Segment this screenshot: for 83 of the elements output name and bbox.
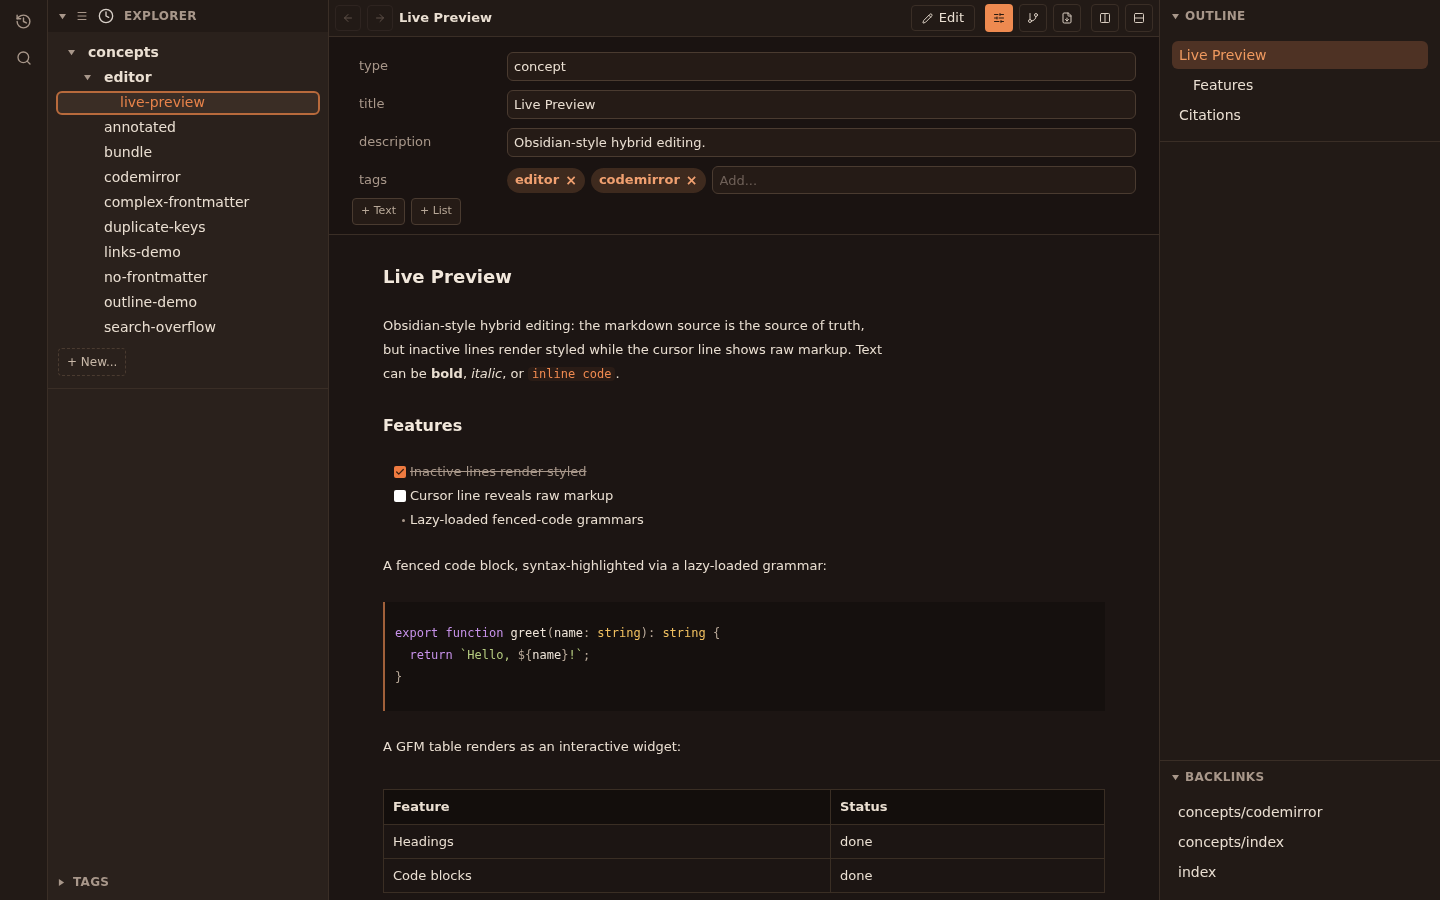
column-header: Status <box>830 789 1105 825</box>
toolbar-button[interactable] <box>1091 4 1119 32</box>
remove-tag-button[interactable]: × <box>565 169 577 191</box>
property-key: type <box>352 56 507 76</box>
property-field[interactable]: Live Preview <box>507 89 1136 119</box>
backlink[interactable]: index <box>1178 857 1422 887</box>
collapse-caret-icon[interactable] <box>59 12 66 20</box>
outline-item[interactable]: Citations <box>1172 101 1428 129</box>
rows-icon <box>1133 12 1145 24</box>
property-key: title <box>352 94 507 114</box>
add-property-button[interactable]: + Text <box>352 198 405 225</box>
paragraph: Obsidian-style hybrid editing: the markdown source is the source of truth, but inactive lines render styled while the cursor line shows raw markup. Text can be bold, italic, or inline code . <box>383 317 883 383</box>
clock-icon[interactable] <box>98 8 114 24</box>
columns-icon <box>1099 12 1111 24</box>
collapse-caret-icon[interactable] <box>1172 12 1179 20</box>
file-item[interactable]: no-frontmatter <box>56 265 320 290</box>
folder-item[interactable]: concepts <box>88 42 159 63</box>
menu-icon[interactable] <box>76 10 88 22</box>
code-line: } <box>395 668 403 686</box>
property-key: tags <box>352 170 507 190</box>
forward-arrow-icon <box>374 12 386 24</box>
tag-label: codemirror <box>598 171 680 190</box>
backlink[interactable]: concepts/index <box>1178 827 1422 857</box>
property-key: description <box>352 132 507 152</box>
code-line: return `Hello, ${name}!`; <box>408 646 591 664</box>
paragraph: A GFM table renders as an interactive widget: <box>383 737 683 756</box>
property-field[interactable]: concept <box>507 51 1136 81</box>
panel-title: OUTLINE <box>1185 8 1246 25</box>
add-tag-field[interactable]: Add... <box>711 166 1136 194</box>
file-item[interactable]: bundle <box>56 140 320 165</box>
back-arrow-icon <box>342 12 354 24</box>
folder-item[interactable]: editor <box>104 67 152 88</box>
document-heading: Live Preview <box>383 265 513 289</box>
tag-label: editor <box>515 171 560 190</box>
table-cell: done <box>830 858 1105 893</box>
table-cell: done <box>830 824 1105 859</box>
remove-tag-button[interactable]: × <box>685 169 698 191</box>
bullet-icon <box>402 518 405 522</box>
add-property-button[interactable]: + List <box>410 198 461 225</box>
toolbar-button[interactable] <box>1019 4 1047 32</box>
tag-chip[interactable]: codemirror × <box>590 167 706 193</box>
expand-caret-icon[interactable] <box>58 878 65 886</box>
file-item[interactable]: outline-demo <box>56 290 320 315</box>
new-button[interactable]: + New... <box>58 348 127 376</box>
task-text: Cursor line reveals raw markup <box>410 487 614 506</box>
list-item-text: Lazy-loaded fenced-code grammars <box>410 511 644 530</box>
file-item[interactable]: links-demo <box>56 240 320 265</box>
task-text: Inactive lines render styled <box>410 463 587 482</box>
backlink[interactable]: concepts/codemirror <box>1178 797 1422 827</box>
file-item[interactable]: search-overflow <box>56 315 320 340</box>
task-checkbox[interactable] <box>394 466 406 478</box>
sliders-icon <box>993 12 1005 24</box>
pencil-icon <box>921 12 933 24</box>
section-heading: Features <box>383 415 464 437</box>
file-item[interactable]: live-preview <box>56 90 320 115</box>
column-header: Feature <box>383 789 831 825</box>
tag-chip[interactable]: editor × <box>507 167 585 193</box>
toolbar-button[interactable] <box>985 4 1013 32</box>
search-icon[interactable] <box>15 50 32 66</box>
paragraph: A fenced code block, syntax-highlighted via a lazy-loaded grammar: <box>383 557 828 575</box>
code-line: export function greet(name: string): string { <box>395 624 721 642</box>
table-cell: Headings <box>383 824 831 859</box>
edit-button[interactable]: Edit <box>910 5 975 31</box>
file-item[interactable]: codemirror <box>56 165 320 190</box>
panel-title: BACKLINKS <box>1185 769 1265 786</box>
panel-title: EXPLORER <box>124 8 197 25</box>
collapse-caret-icon[interactable] <box>83 74 91 81</box>
history-icon[interactable] <box>15 13 32 30</box>
file-item[interactable]: complex-frontmatter <box>56 190 320 215</box>
collapse-caret-icon[interactable] <box>67 49 75 56</box>
table-cell: Code blocks <box>383 858 831 893</box>
task-checkbox[interactable] <box>394 490 406 502</box>
outline-item[interactable]: Features <box>1172 71 1428 99</box>
branch-icon <box>1027 12 1039 24</box>
file-item[interactable]: annotated <box>56 115 320 140</box>
note-title: Live Preview <box>399 9 493 28</box>
section-title[interactable]: TAGS <box>73 873 110 891</box>
property-field[interactable]: Obsidian-style hybrid editing. <box>507 127 1136 157</box>
toolbar-button[interactable] <box>1125 4 1153 32</box>
file-item[interactable]: duplicate-keys <box>56 215 320 240</box>
collapse-caret-icon[interactable] <box>1172 773 1179 781</box>
file-icon <box>1061 12 1073 24</box>
outline-item[interactable]: Live Preview <box>1172 41 1428 69</box>
